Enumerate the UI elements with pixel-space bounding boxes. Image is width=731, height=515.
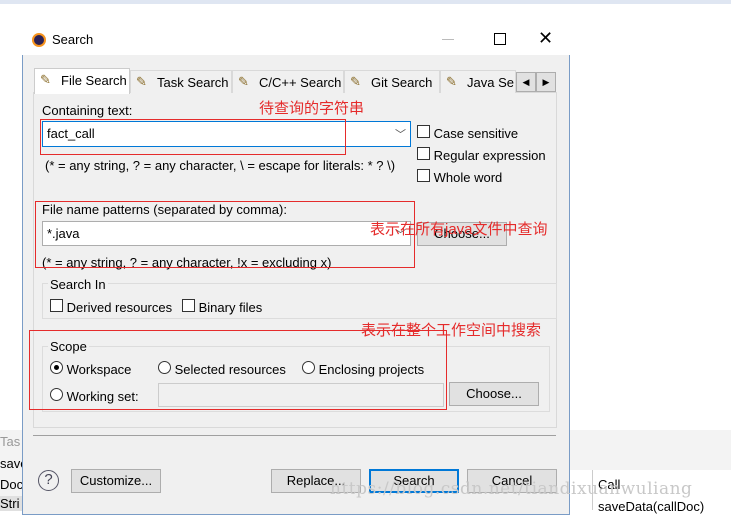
containing-hint: (* = any string, ? = any character, \ = … [45,158,396,173]
annotation-text: 表示在整个工作空间中搜索 [361,322,542,339]
annotation-text: 表示在所有java文件中查询 [370,221,548,238]
watermark: https://blog.csdn.net/tiandixuanwuliang [330,479,693,499]
binary-files-checkbox[interactable]: Binary files [182,299,262,315]
title-bar [22,25,570,55]
minimize-icon[interactable] [442,39,454,40]
search-in-label: Search In [48,277,108,292]
divider [33,435,556,436]
containing-text-label: Containing text: [42,103,133,118]
scope-choose-button[interactable]: Choose... [449,382,539,406]
bg-text: Tas [0,434,21,449]
annotation-text: 待查询的字符串 [259,100,365,117]
bg-text: saveData(callDoc) [598,499,705,514]
dialog-title: Search [52,32,94,47]
bg-text: Stri [0,496,22,511]
chevron-down-icon[interactable]: ﹀ [395,126,406,142]
flashlight-icon: ✎ [446,74,457,89]
annotation-box [29,330,447,410]
eclipse-icon [32,33,46,47]
regex-checkbox[interactable]: Regular expression [417,147,546,163]
flashlight-icon: ✎ [136,74,147,89]
flashlight-icon: ✎ [40,72,51,87]
annotation-box [40,119,346,155]
tab-git-search[interactable]: ✎ Git Search [344,70,440,93]
tab-task-search[interactable]: ✎ Task Search [130,70,232,93]
flashlight-icon: ✎ [350,74,361,89]
tab-scroll-left-button[interactable]: ◀ [516,72,536,92]
tab-cpp-search[interactable]: ✎ C/C++ Search [232,70,344,93]
tab-file-search[interactable]: ✎ File Search [34,68,130,94]
customize-button[interactable]: Customize... [71,469,161,493]
case-sensitive-checkbox[interactable]: Case sensitive [417,125,518,141]
tab-scroll-right-button[interactable]: ▶ [536,72,556,92]
whole-word-checkbox[interactable]: Whole word [417,169,502,185]
maximize-icon[interactable] [494,33,506,45]
close-icon[interactable]: ✕ [538,28,553,49]
background-strip [0,0,731,4]
tab-java-search[interactable]: ✎ Java Se [440,70,516,93]
derived-resources-checkbox[interactable]: Derived resources [50,299,172,315]
help-icon[interactable]: ? [38,470,59,491]
annotation-box [35,201,415,268]
background-panel-right [569,430,731,470]
flashlight-icon: ✎ [238,74,249,89]
